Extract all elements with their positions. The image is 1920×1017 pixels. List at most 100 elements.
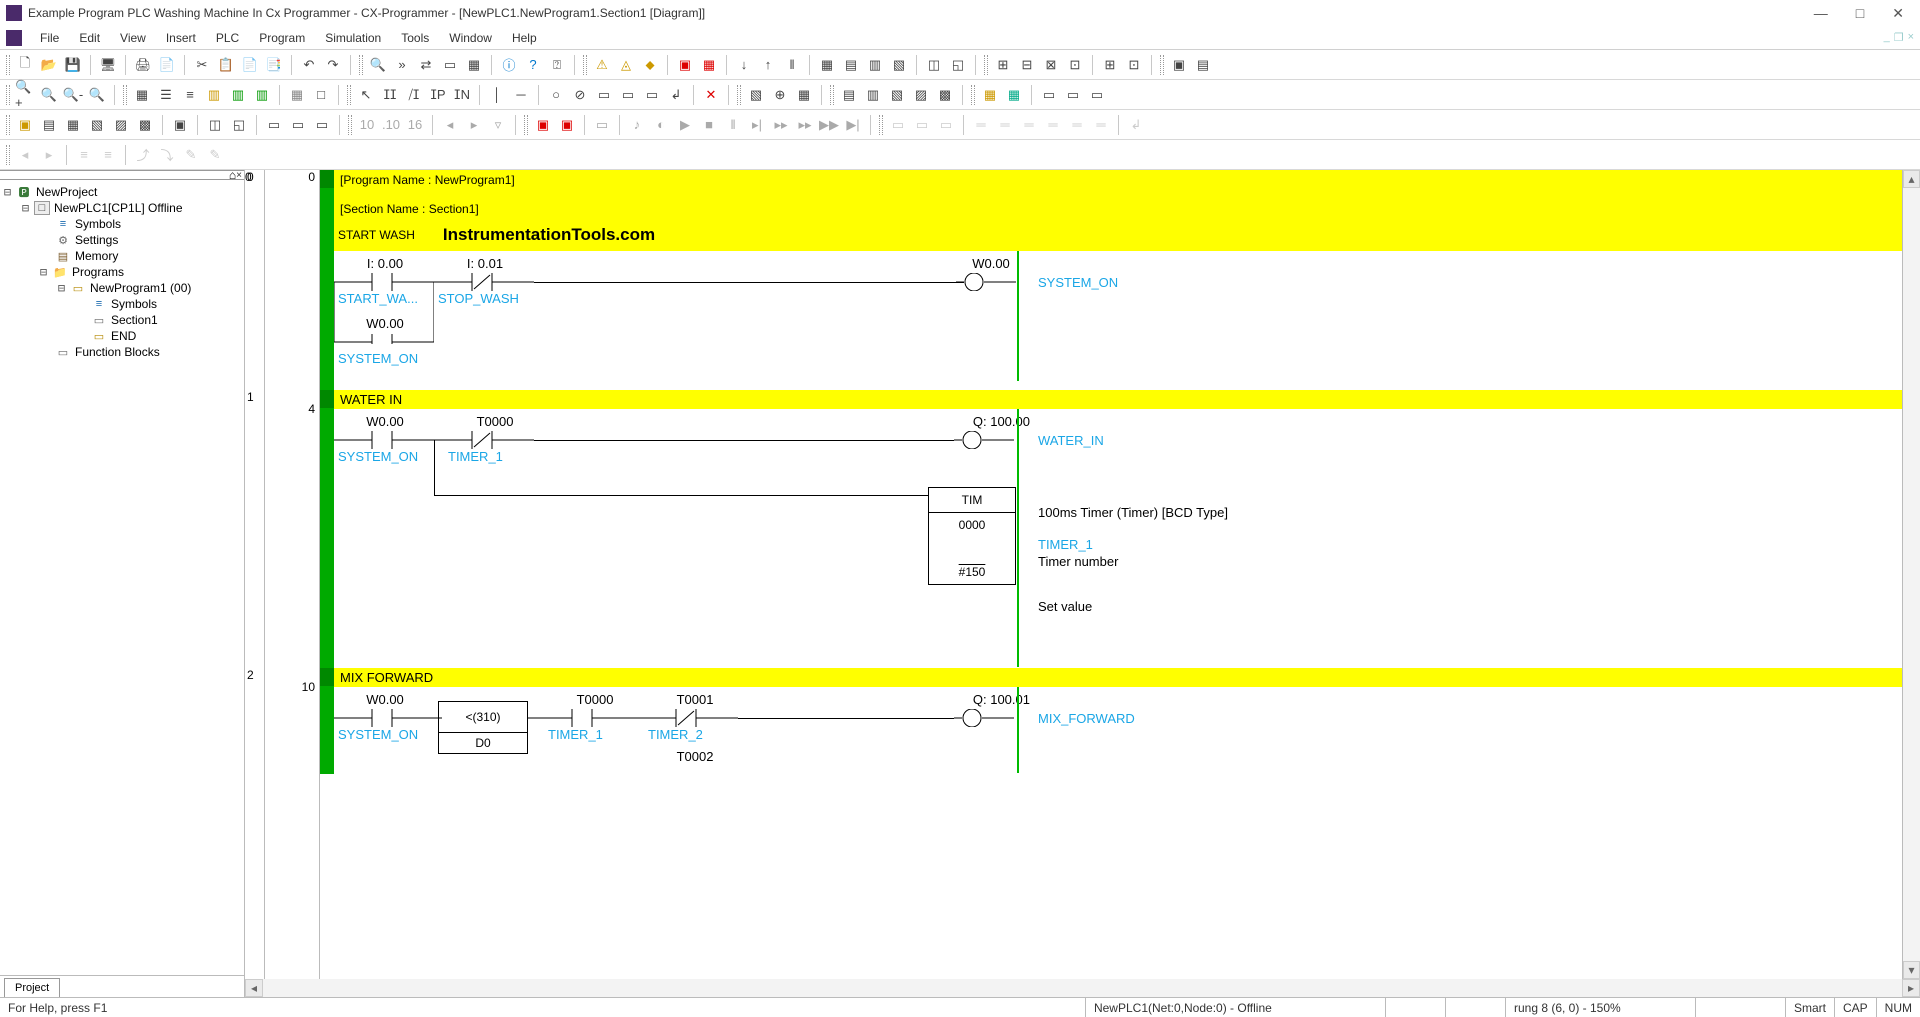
zoom-fit-button[interactable]: 🔍- <box>62 84 84 106</box>
plc-button[interactable]: 🖥 <box>97 54 119 76</box>
scroll-left-button[interactable]: ◂ <box>245 979 263 997</box>
menu-window[interactable]: Window <box>439 29 502 47</box>
tree-fb[interactable]: Function Blocks <box>75 345 160 359</box>
tool-a[interactable]: ▦ <box>816 54 838 76</box>
tool-list[interactable]: ☰ <box>155 84 177 106</box>
tool-d[interactable]: ▧ <box>888 54 910 76</box>
select-button[interactable]: ▭ <box>439 54 461 76</box>
tree-section1[interactable]: Section1 <box>111 313 158 327</box>
print-button[interactable]: 🖨 <box>132 54 154 76</box>
online-button[interactable]: ⚠ <box>591 54 613 76</box>
tree-plc[interactable]: NewPLC1[CP1L] Offline <box>54 201 183 215</box>
misc-f[interactable]: ▧ <box>886 84 908 106</box>
win-k[interactable]: ▭ <box>287 114 309 136</box>
tool-y3[interactable]: ▥ <box>251 84 273 106</box>
tree-programs[interactable]: Programs <box>72 265 124 279</box>
tool-pal[interactable]: ▦ <box>286 84 308 106</box>
scroll-down-button[interactable]: ▾ <box>1903 961 1920 979</box>
find-button[interactable]: 🔍 <box>367 54 389 76</box>
download-button[interactable]: ↓ <box>733 54 755 76</box>
misc-a[interactable]: ▧ <box>745 84 767 106</box>
lay-i[interactable]: ═ <box>1090 114 1112 136</box>
win-j[interactable]: ▭ <box>263 114 285 136</box>
tool-pal2[interactable]: □ <box>310 84 332 106</box>
arr-c[interactable]: ▿ <box>487 114 509 136</box>
contact-n-button[interactable]: ⵊN <box>451 84 473 106</box>
lay-a[interactable]: ▭ <box>887 114 909 136</box>
sim-e[interactable]: ◐ <box>650 114 672 136</box>
view-c[interactable]: ⊠ <box>1040 54 1062 76</box>
scroll-up-button[interactable]: ▴ <box>1903 170 1920 188</box>
minimize-button[interactable]: — <box>1814 5 1828 22</box>
tog-d[interactable]: ✎ <box>204 144 226 166</box>
project-tab[interactable]: Project <box>4 978 60 997</box>
tool-f[interactable]: ◱ <box>947 54 969 76</box>
project-tree[interactable]: ⊟🅿︎NewProject ⊟□NewPLC1[CP1L] Offline ≡S… <box>0 180 244 975</box>
func-button[interactable]: ▭ <box>593 84 615 106</box>
redo-button[interactable]: ↷ <box>322 54 344 76</box>
func3-button[interactable]: ▭ <box>641 84 663 106</box>
view-f[interactable]: ⊡ <box>1123 54 1145 76</box>
sim-b[interactable]: ▣ <box>556 114 578 136</box>
step2-button[interactable]: ▸▸ <box>770 114 792 136</box>
end-button[interactable]: ▶| <box>842 114 864 136</box>
view-e[interactable]: ⊞ <box>1099 54 1121 76</box>
tree-newprogram[interactable]: NewProgram1 (00) <box>90 281 191 295</box>
find-next-button[interactable]: » <box>391 54 413 76</box>
tool-b[interactable]: ▤ <box>840 54 862 76</box>
tool-y2[interactable]: ▥ <box>227 84 249 106</box>
help-button[interactable]: ? <box>522 54 544 76</box>
misc-k[interactable]: ▭ <box>1038 84 1060 106</box>
num-10[interactable]: 10 <box>356 114 378 136</box>
tool-list2[interactable]: ≡ <box>179 84 201 106</box>
save-button[interactable]: 💾 <box>62 54 84 76</box>
context-help-button[interactable]: ⍰ <box>546 54 568 76</box>
pause-sim-button[interactable]: ‖ <box>722 114 744 136</box>
offline-button[interactable]: ◬ <box>615 54 637 76</box>
lay-h[interactable]: ═ <box>1066 114 1088 136</box>
new-button[interactable]: 🗋 <box>14 54 36 76</box>
open-button[interactable]: 📂 <box>38 54 60 76</box>
menu-edit[interactable]: Edit <box>69 29 110 47</box>
step-button[interactable]: ▸| <box>746 114 768 136</box>
num-12[interactable]: .10 <box>380 114 402 136</box>
win-b[interactable]: ▤ <box>38 114 60 136</box>
coil-not-button[interactable]: ⊘ <box>569 84 591 106</box>
misc-e[interactable]: ▥ <box>862 84 884 106</box>
print-preview-button[interactable]: 📄 <box>156 54 178 76</box>
run-button[interactable]: ▣ <box>674 54 696 76</box>
misc-d[interactable]: ▤ <box>838 84 860 106</box>
menu-tools[interactable]: Tools <box>391 29 439 47</box>
view-d[interactable]: ⊡ <box>1064 54 1086 76</box>
misc-g[interactable]: ▨ <box>910 84 932 106</box>
ladder-diagram[interactable]: 0 [Program Name : NewProgram1] [Section … <box>245 170 1920 979</box>
win-i[interactable]: ◱ <box>228 114 250 136</box>
misc-c[interactable]: ▦ <box>793 84 815 106</box>
num-16[interactable]: 16 <box>404 114 426 136</box>
tog-a[interactable]: ⤴ <box>132 144 154 166</box>
pause-button[interactable]: ‖ <box>781 54 803 76</box>
cut-button[interactable]: ✂ <box>191 54 213 76</box>
misc-h[interactable]: ▩ <box>934 84 956 106</box>
tool-grid[interactable]: ▦ <box>131 84 153 106</box>
info-button[interactable]: ⓘ <box>498 54 520 76</box>
misc-j[interactable]: ▦ <box>1003 84 1025 106</box>
tree-settings[interactable]: Settings <box>75 233 118 247</box>
undo-button[interactable]: ↶ <box>298 54 320 76</box>
mdi-restore[interactable]: ❐ <box>1894 31 1904 44</box>
ind-right[interactable]: ▸ <box>38 144 60 166</box>
view-b[interactable]: ⊟ <box>1016 54 1038 76</box>
mdi-minimize[interactable]: _ <box>1884 31 1890 44</box>
ind-left[interactable]: ◂ <box>14 144 36 166</box>
replace-button[interactable]: ⇄ <box>415 54 437 76</box>
misc-l[interactable]: ▭ <box>1062 84 1084 106</box>
menu-file[interactable]: File <box>30 29 69 47</box>
lay-j[interactable]: ↲ <box>1125 114 1147 136</box>
tool-y[interactable]: ▥ <box>203 84 225 106</box>
lay-e[interactable]: ═ <box>994 114 1016 136</box>
stop-button[interactable]: ▦ <box>698 54 720 76</box>
zoom-100-button[interactable]: 🔍 <box>86 84 108 106</box>
lay-f[interactable]: ═ <box>1018 114 1040 136</box>
view-g[interactable]: ▣ <box>1168 54 1190 76</box>
menu-simulation[interactable]: Simulation <box>315 29 391 47</box>
